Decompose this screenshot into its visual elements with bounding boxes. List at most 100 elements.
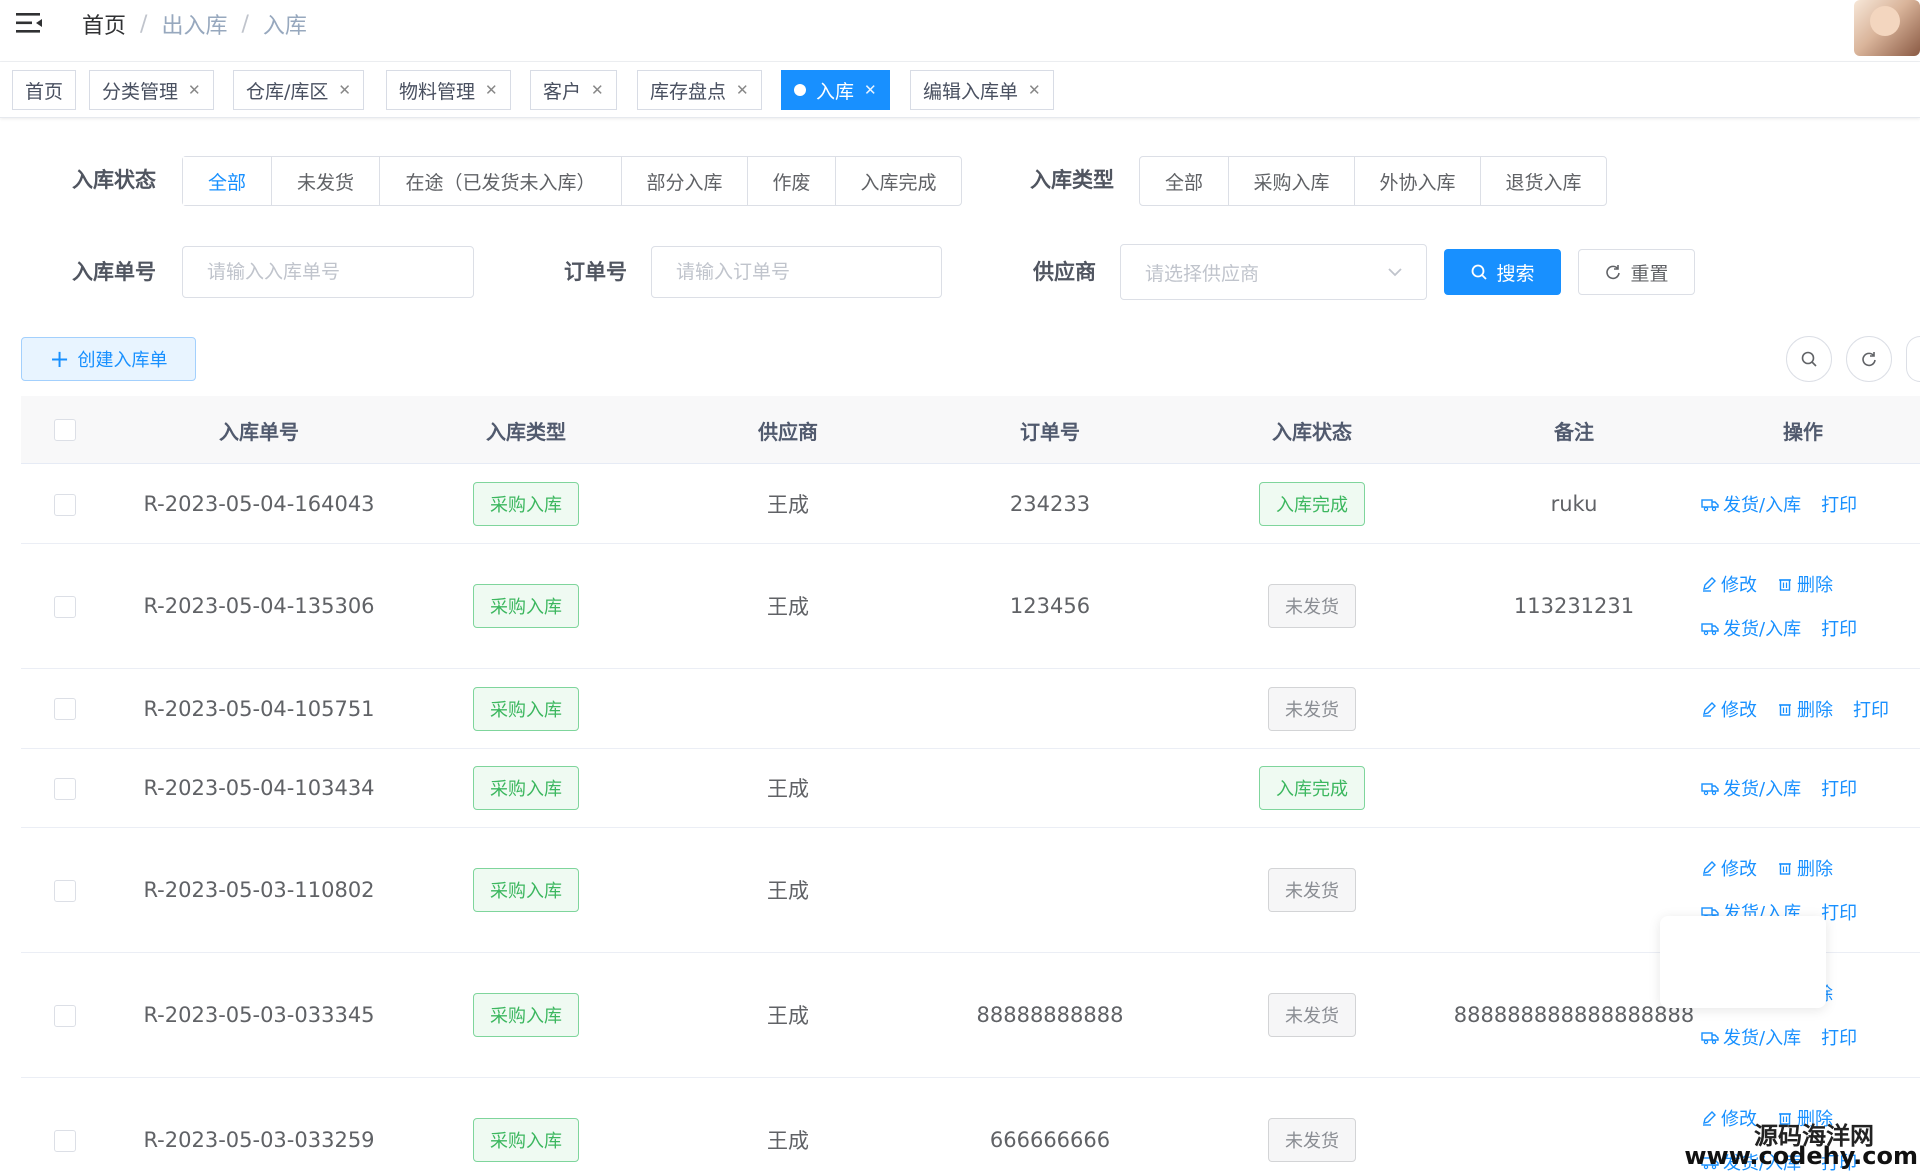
- supplier-select[interactable]: 请选择供应商: [1120, 244, 1427, 300]
- close-icon[interactable]: ✕: [591, 81, 604, 99]
- order-no-label: 入库单号: [72, 260, 156, 284]
- status-option-partial[interactable]: 部分入库: [621, 157, 747, 205]
- delete-link[interactable]: 删除: [1777, 855, 1833, 881]
- tag-label: 首页: [25, 80, 64, 103]
- close-icon[interactable]: ✕: [736, 81, 749, 99]
- refresh-table-button[interactable]: [1846, 336, 1892, 382]
- cell-status: 未发货: [1162, 1078, 1462, 1176]
- columns-toggle-button[interactable]: [1906, 336, 1920, 382]
- tag-material[interactable]: 物料管理 ✕: [386, 70, 511, 110]
- column-header[interactable]: 供应商: [638, 396, 938, 464]
- type-option-all[interactable]: 全部: [1140, 157, 1228, 205]
- search-button-label: 搜索: [1496, 262, 1535, 285]
- reset-button[interactable]: 重置: [1578, 249, 1695, 295]
- edit-link[interactable]: 修改: [1701, 696, 1757, 722]
- cell-supplier: 王成: [767, 1004, 809, 1028]
- status-option-not-shipped[interactable]: 未发货: [271, 157, 379, 205]
- ship-inbound-link[interactable]: 发货/入库: [1701, 491, 1801, 517]
- search-button[interactable]: 搜索: [1444, 249, 1561, 295]
- status-option-in-transit[interactable]: 在途（已发货未入库）: [379, 157, 621, 205]
- tag-warehouse[interactable]: 仓库/库区 ✕: [233, 70, 364, 110]
- column-header[interactable]: 入库类型: [414, 396, 638, 464]
- column-header[interactable]: 入库状态: [1162, 396, 1462, 464]
- delete-icon: [1779, 863, 1791, 875]
- close-icon[interactable]: ✕: [485, 81, 498, 99]
- ship-inbound-link[interactable]: 发货/入库: [1701, 775, 1801, 801]
- breadcrumb: 首页 / 出入库 / 入库: [82, 8, 307, 40]
- row-checkbox[interactable]: [54, 595, 76, 618]
- delete-link[interactable]: 删除: [1777, 696, 1833, 722]
- hamburger-menu-icon[interactable]: [14, 10, 44, 36]
- tag-home[interactable]: 首页: [12, 70, 77, 110]
- tag-customer[interactable]: 客户 ✕: [530, 70, 617, 110]
- cell-remark: 113231231: [1513, 594, 1635, 618]
- cell-order: 234233: [1009, 492, 1091, 516]
- edit-icon: [1703, 1111, 1716, 1126]
- edit-link[interactable]: 修改: [1701, 1105, 1757, 1131]
- toggle-search-button[interactable]: [1786, 336, 1832, 382]
- op-label: 打印: [1821, 495, 1858, 516]
- op-label: 打印: [1821, 619, 1858, 640]
- active-dot-icon: [794, 84, 806, 96]
- row-checkbox[interactable]: [54, 493, 76, 516]
- cell-remark: [1462, 669, 1686, 748]
- ship-inbound-link[interactable]: 发货/入库: [1701, 615, 1801, 641]
- row-checkbox[interactable]: [54, 777, 76, 800]
- print-link[interactable]: 打印: [1821, 615, 1857, 641]
- select-all-checkbox[interactable]: [54, 419, 76, 441]
- status-option-void[interactable]: 作废: [747, 157, 835, 205]
- print-link[interactable]: 打印: [1821, 775, 1857, 801]
- close-icon[interactable]: ✕: [1028, 81, 1041, 99]
- status-option-complete[interactable]: 入库完成: [835, 157, 961, 205]
- close-icon[interactable]: ✕: [338, 81, 351, 99]
- avatar[interactable]: [1854, 0, 1920, 56]
- breadcrumb-home[interactable]: 首页: [82, 8, 126, 40]
- column-header[interactable]: 入库单号: [104, 396, 414, 464]
- cell-supplier: 王成: [767, 595, 809, 619]
- cell-supplier: [638, 669, 938, 748]
- cell-actions: 发货/入库 打印: [1701, 465, 1920, 543]
- print-link[interactable]: 打印: [1821, 1024, 1857, 1050]
- row-checkbox[interactable]: [54, 879, 76, 902]
- type-option-return[interactable]: 退货入库: [1480, 157, 1606, 205]
- create-inbound-button[interactable]: + 创建入库单: [21, 337, 196, 381]
- close-icon[interactable]: ✕: [864, 81, 877, 99]
- refresh-icon: [1606, 265, 1621, 280]
- tag-edit-inbound[interactable]: 编辑入库单 ✕: [910, 70, 1054, 110]
- cell-order: [938, 828, 1162, 952]
- order-no-input[interactable]: [182, 246, 474, 298]
- cell-order: [938, 749, 1162, 827]
- type-option-purchase[interactable]: 采购入库: [1228, 157, 1354, 205]
- table-row: R-2023-05-03-033345 采购入库 王成 88888888888 未发货 8…: [21, 953, 1920, 1078]
- column-header[interactable]: 操作: [1686, 396, 1920, 464]
- tag-category[interactable]: 分类管理 ✕: [89, 70, 214, 110]
- op-label: 修改: [1721, 859, 1757, 880]
- edit-link[interactable]: 修改: [1701, 571, 1757, 597]
- breadcrumb-inout[interactable]: 出入库: [161, 8, 227, 40]
- row-checkbox[interactable]: [54, 1004, 76, 1027]
- status-badge: 未发货: [1268, 1118, 1356, 1162]
- row-checkbox[interactable]: [54, 1129, 76, 1152]
- po-input[interactable]: [651, 246, 942, 298]
- tag-label: 入库: [816, 80, 855, 103]
- type-option-outsourced[interactable]: 外协入库: [1354, 157, 1480, 205]
- status-option-all[interactable]: 全部: [183, 157, 271, 205]
- column-header[interactable]: 备注: [1462, 396, 1686, 464]
- tag-stocktake[interactable]: 库存盘点 ✕: [637, 70, 762, 110]
- ship-inbound-link[interactable]: 发货/入库: [1701, 1024, 1801, 1050]
- op-line: 发货/入库 打印: [1701, 1024, 1857, 1050]
- tag-inbound[interactable]: 入库 ✕: [781, 70, 890, 110]
- close-icon[interactable]: ✕: [188, 81, 201, 99]
- print-link[interactable]: 打印: [1821, 899, 1857, 925]
- cell-remark: [1462, 749, 1686, 827]
- print-link[interactable]: 打印: [1853, 696, 1889, 722]
- print-link[interactable]: 打印: [1821, 491, 1857, 517]
- row-checkbox[interactable]: [54, 698, 76, 720]
- type-badge: 采购入库: [473, 686, 579, 731]
- op-line: 发货/入库 打印: [1701, 491, 1857, 517]
- delete-link[interactable]: 删除: [1777, 571, 1833, 597]
- column-header[interactable]: 订单号: [938, 396, 1162, 464]
- plus-icon: +: [49, 345, 70, 373]
- truck-icon: [1701, 783, 1719, 796]
- edit-link[interactable]: 修改: [1701, 855, 1757, 881]
